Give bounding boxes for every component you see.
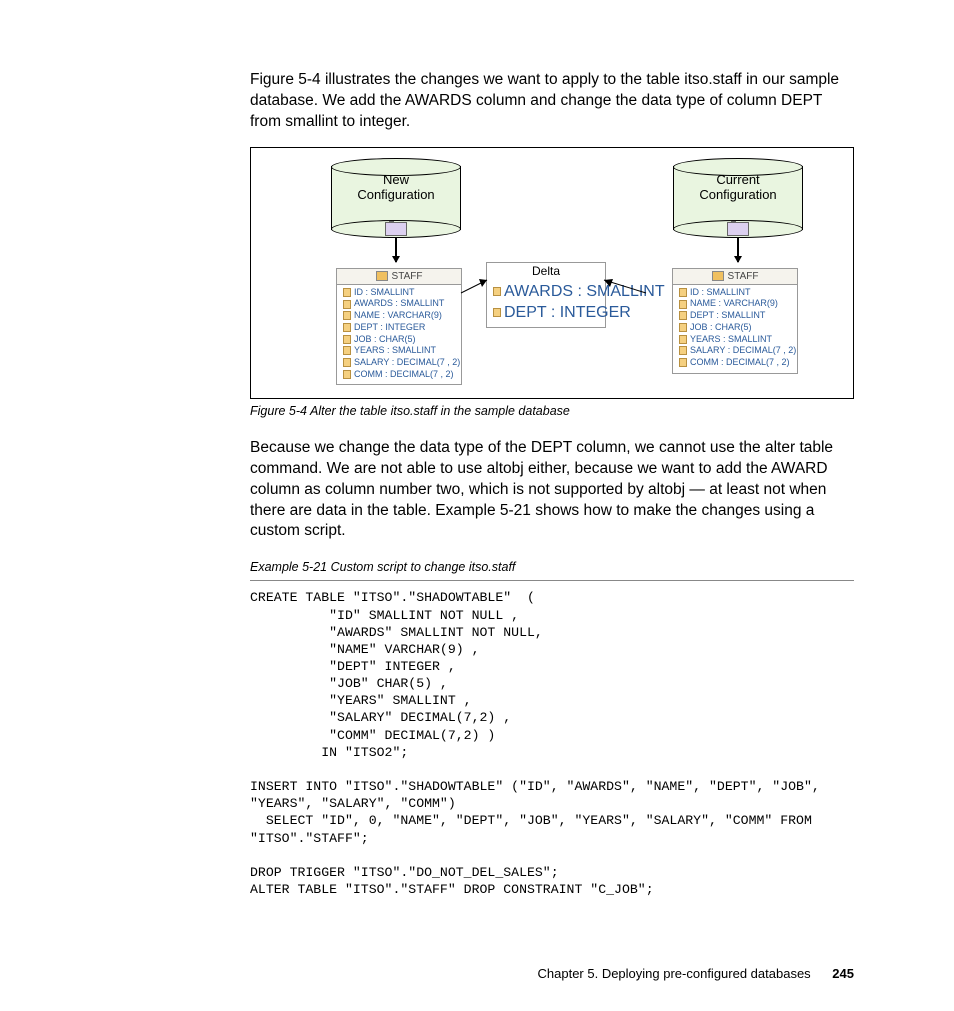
col-row: YEARS : SMALLINT [343, 345, 455, 357]
col-row: AWARDS : SMALLINT [493, 282, 599, 303]
col-row: ID : SMALLINT [343, 287, 455, 299]
arrow-down-icon [737, 238, 739, 262]
col-row: COMM : DECIMAL(7 , 2) [679, 357, 791, 369]
new-staff-table: STAFF ID : SMALLINT AWARDS : SMALLINT NA… [336, 268, 462, 386]
col-row: JOB : CHAR(5) [679, 322, 791, 334]
col-row: AWARDS : SMALLINT [343, 298, 455, 310]
delta-title: Delta [487, 263, 605, 280]
col-row: DEPT : SMALLINT [679, 310, 791, 322]
col-row: DEPT : INTEGER [343, 322, 455, 334]
table-icon [712, 271, 724, 281]
new-config-cylinder: New Configuration [331, 158, 461, 238]
col-row: COMM : DECIMAL(7 , 2) [343, 369, 455, 381]
db-icon [385, 222, 407, 236]
example-caption: Example 5-21 Custom script to change its… [250, 560, 854, 574]
paragraph-2: Because we change the data type of the D… [250, 438, 854, 543]
new-config-label: New Configuration [331, 172, 461, 203]
db-icon [727, 222, 749, 236]
figure-5-4: New Configuration Current Configuration … [250, 147, 854, 399]
col-row: JOB : CHAR(5) [343, 334, 455, 346]
code-block: CREATE TABLE "ITSO"."SHADOWTABLE" ( "ID"… [250, 589, 854, 898]
col-row: SALARY : DECIMAL(7 , 2) [679, 345, 791, 357]
col-row: NAME : VARCHAR(9) [343, 310, 455, 322]
page-number: 245 [832, 966, 854, 981]
table-icon [376, 271, 388, 281]
current-config-label: Current Configuration [673, 172, 803, 203]
paragraph-1: Figure 5-4 illustrates the changes we wa… [250, 70, 854, 133]
chapter-label: Chapter 5. Deploying pre-configured data… [538, 966, 811, 981]
col-row: SALARY : DECIMAL(7 , 2) [343, 357, 455, 369]
col-row: DEPT : INTEGER [493, 303, 599, 324]
col-row: YEARS : SMALLINT [679, 334, 791, 346]
current-config-cylinder: Current Configuration [673, 158, 803, 238]
col-row: ID : SMALLINT [679, 287, 791, 299]
figure-caption: Figure 5-4 Alter the table itso.staff in… [250, 404, 854, 418]
col-row: NAME : VARCHAR(9) [679, 298, 791, 310]
delta-box: Delta AWARDS : SMALLINT DEPT : INTEGER [486, 262, 606, 329]
table-header: STAFF [728, 271, 759, 282]
current-staff-table: STAFF ID : SMALLINT NAME : VARCHAR(9) DE… [672, 268, 798, 374]
page-footer: Chapter 5. Deploying pre-configured data… [538, 966, 855, 981]
arrow-down-icon [395, 238, 397, 262]
divider [250, 580, 854, 581]
table-header: STAFF [392, 271, 423, 282]
